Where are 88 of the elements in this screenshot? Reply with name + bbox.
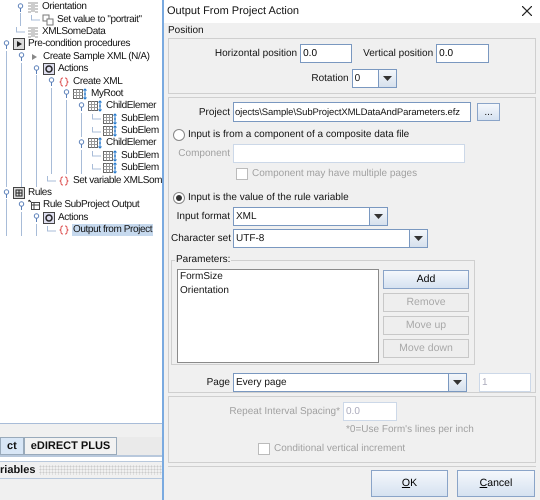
project-field[interactable]: ojects\Sample\SubProjectXMLDataAndParameters.efz bbox=[233, 102, 471, 122]
radio-label: Input is from a component of a composite data file bbox=[188, 128, 410, 142]
expanded-handle-icon[interactable] bbox=[2, 188, 11, 198]
tree-item[interactable]: Actions bbox=[57, 63, 89, 76]
variables-label: riables bbox=[0, 462, 36, 478]
table-icon bbox=[88, 137, 103, 150]
tree-item[interactable]: Rules bbox=[27, 187, 53, 200]
browse-button[interactable]: ... bbox=[477, 103, 500, 121]
braces-icon bbox=[58, 174, 70, 187]
input-field[interactable]: 0.0 bbox=[436, 44, 490, 63]
window-title: Output From Project Action bbox=[167, 4, 300, 20]
field-label: Rotation bbox=[311, 72, 349, 86]
field-label: Input format bbox=[176, 210, 231, 224]
expanded-handle-icon[interactable] bbox=[32, 64, 41, 74]
hint-text: *0=Use Form's lines per inch bbox=[346, 423, 475, 437]
list-item[interactable]: Orientation bbox=[180, 284, 376, 298]
radio-button[interactable] bbox=[173, 128, 185, 140]
tree-item[interactable]: Pre-condition procedures bbox=[27, 38, 132, 50]
field-label: Component bbox=[177, 147, 231, 161]
button[interactable]: Cancel bbox=[457, 470, 535, 497]
table-icon bbox=[103, 112, 118, 125]
dropdown-arrow-icon bbox=[414, 236, 423, 241]
field-label: Character set bbox=[170, 232, 232, 246]
table-icon bbox=[73, 88, 88, 100]
tree-item[interactable]: Output from Project bbox=[72, 224, 154, 236]
dropdown-arrow-icon bbox=[374, 214, 383, 219]
braces-icon bbox=[58, 76, 70, 88]
expanded-handle-icon[interactable] bbox=[17, 52, 26, 62]
dropdown-arrow-icon bbox=[382, 76, 392, 81]
character-set-dropdown[interactable]: UTF-8 bbox=[233, 229, 428, 248]
section-title: Position bbox=[168, 24, 204, 38]
braces-icon bbox=[58, 224, 70, 236]
expanded-handle-icon[interactable] bbox=[47, 77, 56, 86]
list-item[interactable]: FormSize bbox=[180, 270, 376, 284]
copy-icon bbox=[42, 14, 54, 26]
tree-item[interactable]: MyRoot bbox=[90, 88, 124, 100]
field-label: Repeat Interval Spacing* bbox=[228, 405, 341, 419]
tab[interactable]: ct bbox=[0, 437, 24, 455]
tree-item[interactable]: Orientation bbox=[41, 1, 88, 14]
grid-box-icon bbox=[13, 187, 25, 200]
grid-icon bbox=[27, 1, 39, 14]
tree-item[interactable]: SubElem bbox=[120, 150, 160, 162]
checkbox-label: Component may have multiple pages bbox=[252, 167, 418, 181]
button[interactable]: Add bbox=[383, 270, 469, 289]
dropdown-arrow-icon bbox=[453, 380, 462, 385]
tree-item[interactable]: SubElem bbox=[120, 112, 160, 125]
expanded-handle-icon[interactable] bbox=[77, 138, 86, 148]
table-icon bbox=[103, 125, 118, 138]
tree-item[interactable]: SubElem bbox=[120, 125, 160, 138]
tab[interactable]: eDIRECT PLUS bbox=[24, 437, 118, 455]
expanded-handle-icon[interactable] bbox=[77, 102, 86, 111]
tree-item[interactable]: SubElem bbox=[120, 162, 160, 174]
expanded-handle-icon[interactable] bbox=[17, 200, 26, 210]
expanded-handle-icon[interactable] bbox=[2, 40, 11, 49]
tree-item[interactable]: Actions bbox=[57, 212, 89, 224]
gear-box-icon bbox=[43, 212, 55, 224]
play-box-icon bbox=[13, 38, 25, 50]
tree-item[interactable]: ChildElemer bbox=[105, 100, 158, 112]
tree-item[interactable]: Create Sample XML (N/A) bbox=[42, 50, 151, 63]
tree-item[interactable]: ChildElemer bbox=[105, 137, 158, 150]
radio-button[interactable] bbox=[173, 192, 185, 204]
table-icon bbox=[28, 199, 40, 212]
table-icon bbox=[88, 100, 103, 112]
tree-item[interactable]: XMLSomeData bbox=[41, 26, 106, 38]
tree-item[interactable]: Rule SubProject Output bbox=[42, 199, 140, 212]
tree-item[interactable]: Create XML bbox=[72, 76, 124, 88]
input-field[interactable]: 0.0 bbox=[300, 44, 352, 63]
input-format-dropdown[interactable]: XML bbox=[233, 207, 388, 226]
grid-icon bbox=[27, 26, 39, 38]
expanded-handle-icon[interactable] bbox=[62, 89, 71, 98]
field-label: Vertical position bbox=[363, 47, 434, 61]
table-icon bbox=[103, 150, 118, 162]
gear-box-icon bbox=[43, 63, 55, 76]
rotation-dropdown[interactable]: 0 bbox=[352, 69, 397, 88]
button[interactable]: OK bbox=[371, 470, 448, 497]
radio-label: Input is the value of the rule variable bbox=[188, 191, 349, 205]
close-icon[interactable] bbox=[522, 6, 532, 16]
expanded-handle-icon[interactable] bbox=[16, 2, 25, 12]
field-label: Project bbox=[198, 106, 231, 120]
component-field[interactable] bbox=[233, 144, 465, 163]
tree-item[interactable]: Set variable XMLSom bbox=[72, 174, 162, 187]
tree-item[interactable]: Set value to "portrait" bbox=[56, 14, 143, 26]
field-label: Horizontal position bbox=[214, 47, 298, 61]
table-icon bbox=[103, 162, 118, 174]
page-dropdown[interactable]: Every page bbox=[233, 373, 467, 392]
checkbox-label: Conditional vertical increment bbox=[274, 442, 406, 456]
field-label: Page bbox=[206, 376, 231, 390]
expanded-handle-icon[interactable] bbox=[32, 213, 41, 222]
